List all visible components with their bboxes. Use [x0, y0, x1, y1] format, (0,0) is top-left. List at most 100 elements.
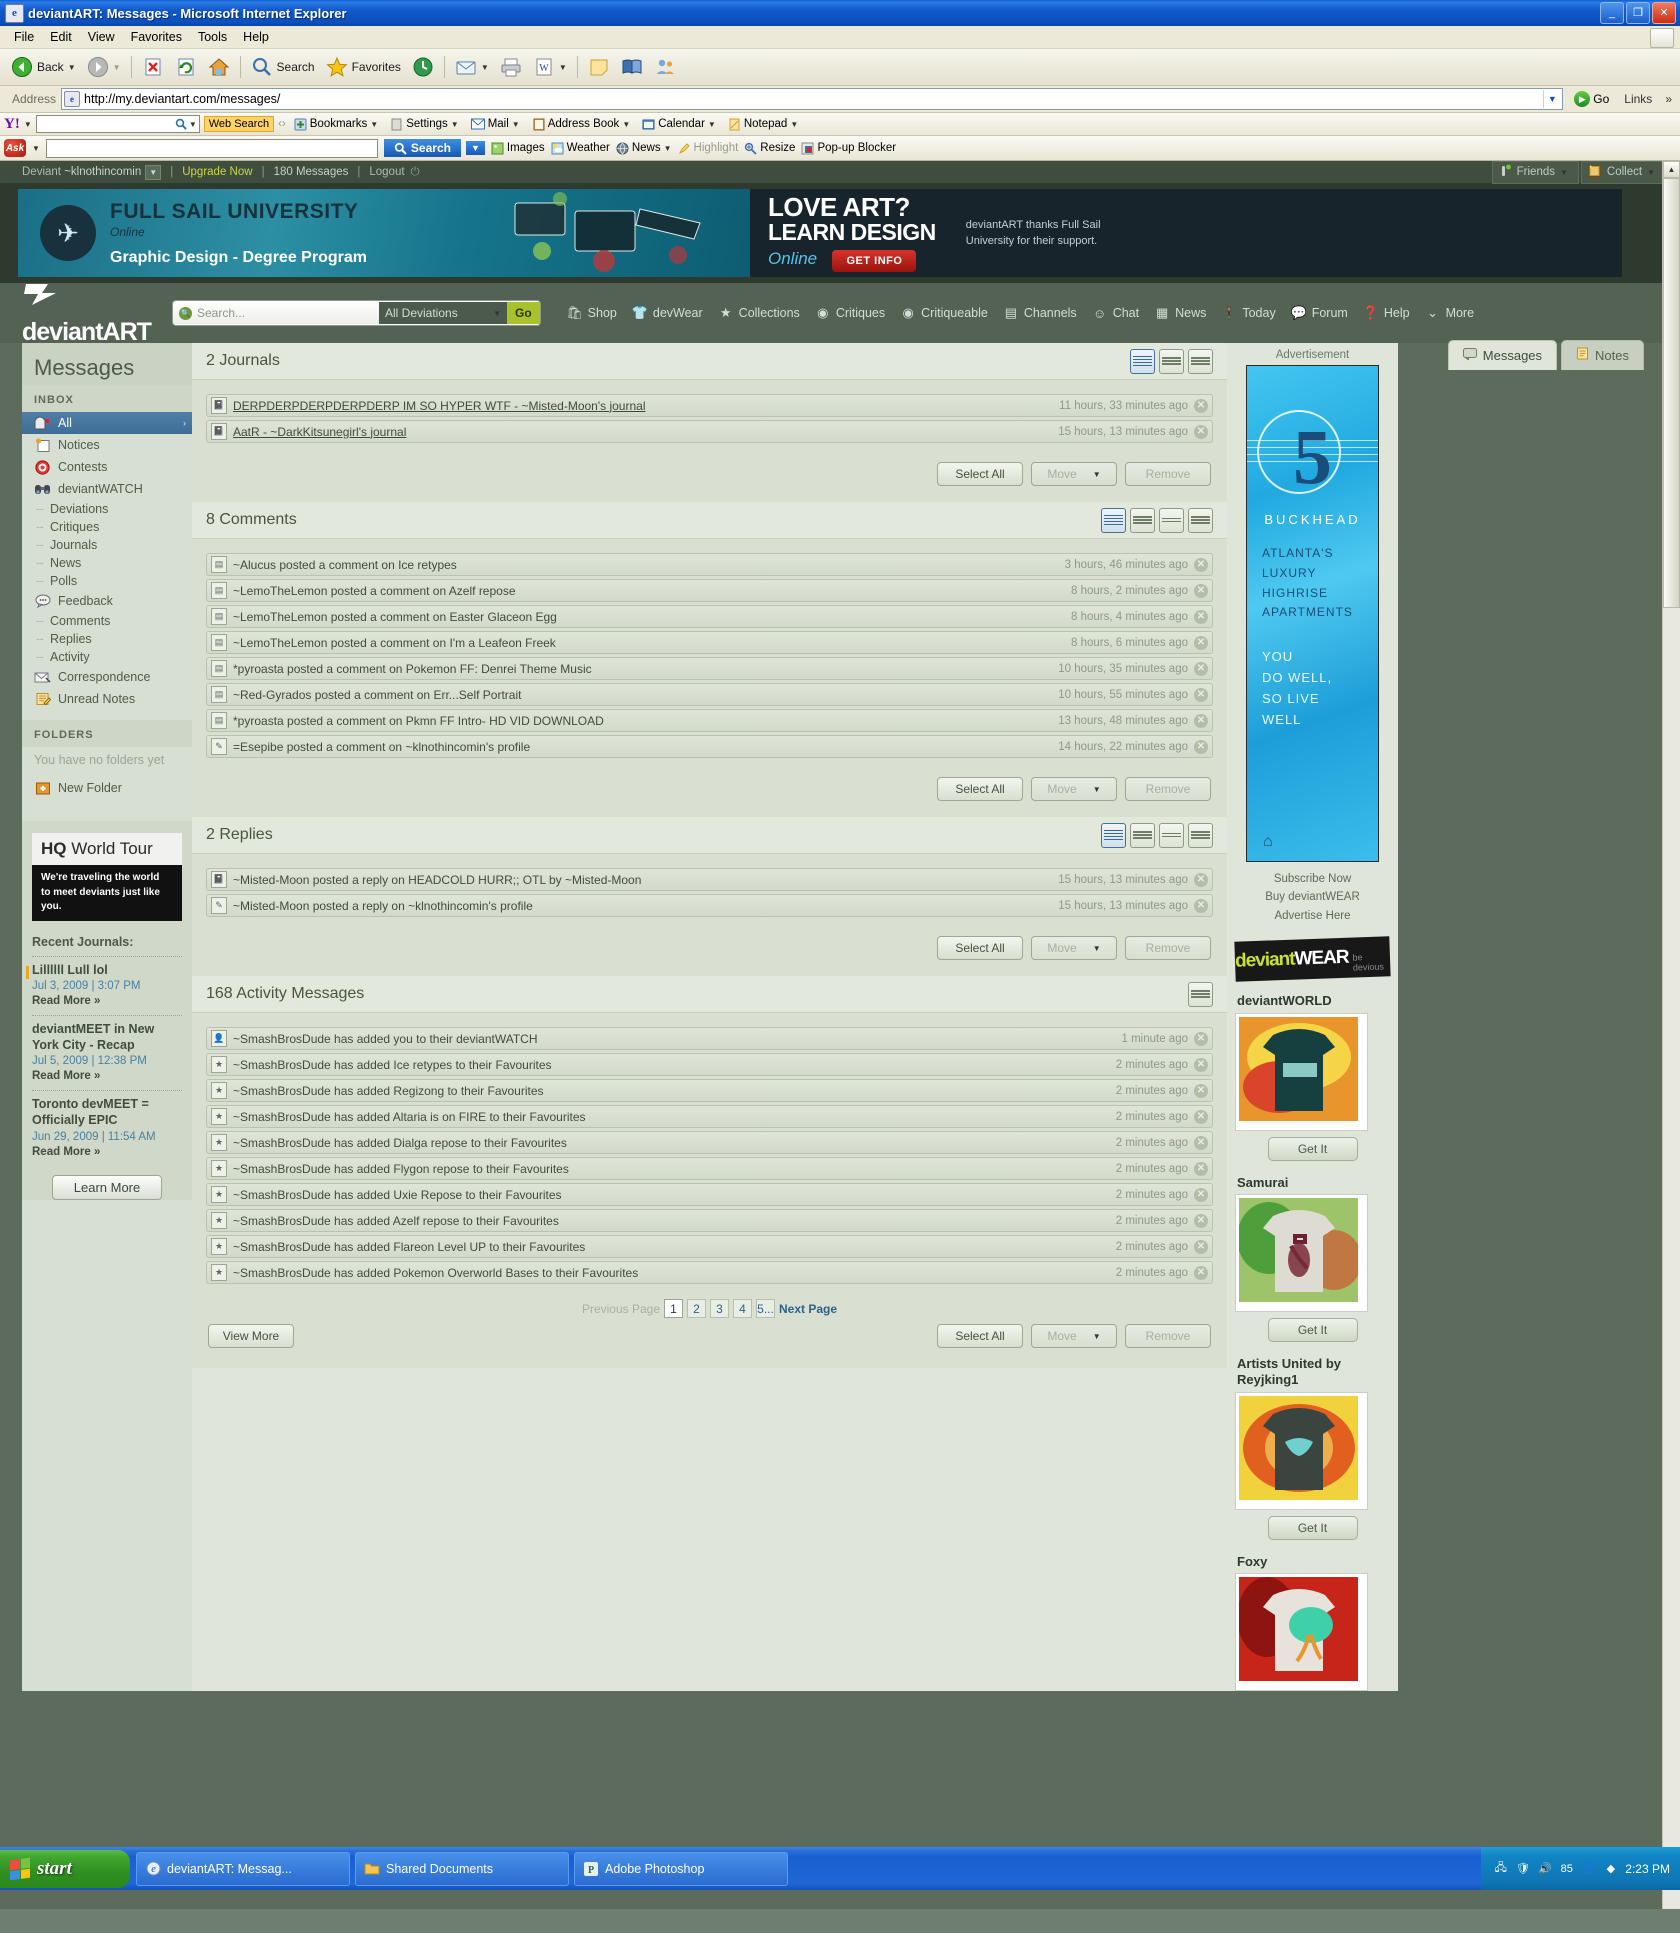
recent-journal-readmore[interactable]: Read More » [32, 1146, 182, 1158]
message-row-text[interactable]: ~SmashBrosDude has added Altaria is on F… [233, 1110, 586, 1124]
nav-shop[interactable]: 🛍 Shop [566, 305, 616, 321]
message-row[interactable]: ★ ~SmashBrosDude has added Flareon Level … [206, 1235, 1213, 1258]
tray-volume-icon[interactable]: 🔊 [1537, 1861, 1552, 1876]
address-input[interactable]: e http://my.deviantart.com/messages/ ▼ [61, 88, 1564, 110]
message-row-text[interactable]: ~SmashBrosDude has added Flygon repose t… [233, 1162, 569, 1176]
nav-devwear[interactable]: 👕 devWear [632, 305, 703, 321]
product-image[interactable] [1235, 1391, 1368, 1510]
get-it-button[interactable]: Get It [1267, 1318, 1358, 1343]
remove-button[interactable]: Remove [1125, 462, 1211, 486]
notes-button[interactable] [583, 53, 615, 81]
product-image[interactable] [1235, 1194, 1368, 1313]
message-row-text[interactable]: ~Red-Gyrados posted a comment on Err...S… [233, 688, 521, 702]
recent-journal-readmore[interactable]: Read More » [32, 995, 182, 1007]
remove-row-button[interactable]: ✕ [1194, 898, 1208, 913]
ask-dropdown-icon[interactable]: ▼ [32, 144, 40, 153]
yahoo-web-search-button[interactable]: Web Search [203, 116, 275, 132]
remove-row-button[interactable]: ✕ [1194, 1057, 1208, 1072]
message-row[interactable]: ★ ~SmashBrosDude has added Pokemon Overwo… [206, 1261, 1213, 1284]
back-dropdown-icon[interactable]: ▼ [68, 63, 76, 72]
ask-highlight-button[interactable]: Highlight [678, 142, 738, 155]
username[interactable]: ~klnothincomin [64, 166, 141, 178]
message-row-text[interactable]: ~SmashBrosDude has added Uxie Repose to … [233, 1188, 562, 1202]
new-folder-button[interactable]: New Folder [22, 777, 192, 799]
view-thumb-icon[interactable] [1159, 822, 1184, 848]
message-row-text[interactable]: ~Alucus posted a comment on Ice retypes [233, 558, 457, 572]
nav-chat[interactable]: ☺ Chat [1092, 305, 1139, 321]
refresh-button[interactable] [170, 53, 202, 81]
back-button[interactable]: Back ▼ [6, 53, 81, 81]
learn-more-button[interactable]: Learn More [52, 1174, 162, 1200]
nav-critiqueable[interactable]: ◉ Critiqueable [900, 305, 987, 321]
sidebar-subitem-polls[interactable]: Polls [22, 572, 192, 590]
yahoo-calendar-button[interactable]: Calendar ▼ [638, 117, 720, 132]
nav-news[interactable]: ▦ News [1154, 305, 1206, 321]
tray-misc-icon[interactable]: ◆ [1603, 1861, 1618, 1876]
menu-edit[interactable]: Edit [42, 28, 80, 46]
sidebar-subitem-deviations[interactable]: Deviations [22, 500, 192, 518]
hq-world-tour-promo[interactable]: HQ World Tour We're traveling the world … [22, 821, 192, 1200]
recent-journal-item[interactable]: Lillllll Lull lol Jul 3, 2009 | 3:07 PM … [22, 960, 192, 1013]
collect-button[interactable]: Collect ▼ [1580, 161, 1666, 184]
history-button[interactable] [407, 53, 439, 81]
remove-row-button[interactable]: ✕ [1194, 1031, 1208, 1046]
message-row-text[interactable]: ~SmashBrosDude has added Flareon Level U… [233, 1240, 585, 1254]
product-image[interactable] [1235, 1012, 1368, 1131]
da-search-category-select[interactable]: All Deviations ▼ [379, 302, 507, 324]
message-row-text[interactable]: ~SmashBrosDude has added you to their de… [233, 1032, 538, 1046]
message-row[interactable]: ▤ ~LemoTheLemon posted a comment on Azelf… [206, 579, 1213, 602]
yahoo-search-dropdown-icon[interactable]: ▼ [189, 120, 197, 129]
menu-view[interactable]: View [80, 28, 123, 46]
links-chevron-icon[interactable]: » [1661, 92, 1676, 106]
links-label[interactable]: Links [1620, 92, 1656, 106]
remove-row-button[interactable]: ✕ [1194, 1187, 1208, 1202]
sidebar-subitem-comments[interactable]: Comments [22, 612, 192, 630]
buy-devwear-link[interactable]: Buy deviantWEAR [1235, 888, 1390, 906]
select-all-button[interactable]: Select All [937, 777, 1023, 801]
yahoo-dropdown-icon[interactable]: ▼ [24, 120, 32, 129]
page-2-button[interactable]: 2 [687, 1299, 706, 1318]
subscribe-now-link[interactable]: Subscribe Now [1235, 870, 1390, 888]
view-thumb-icon[interactable] [1159, 507, 1184, 533]
message-row[interactable]: ▤ *pyroasta posted a comment on Pokemon F… [206, 657, 1213, 680]
message-row[interactable]: ▤ *pyroasta posted a comment on Pkmn FF I… [206, 709, 1213, 732]
da-search-input[interactable]: 🔍 Search... [173, 302, 379, 324]
taskbar-item-ie[interactable]: e deviantART: Messag... [136, 1851, 350, 1886]
message-row[interactable]: ▤ ~LemoTheLemon posted a comment on I'm a… [206, 631, 1213, 654]
print-button[interactable] [495, 53, 527, 81]
move-button[interactable]: Move ▼ [1031, 936, 1117, 960]
remove-row-button[interactable]: ✕ [1194, 583, 1208, 598]
logout-link[interactable]: Logout [369, 166, 404, 178]
message-row-text[interactable]: ~SmashBrosDude has added Pokemon Overwor… [233, 1266, 638, 1280]
devwear-logo[interactable]: deviant WEAR be devious [1234, 936, 1391, 982]
select-all-button[interactable]: Select All [937, 462, 1023, 486]
ask-search-dropdown-button[interactable]: ▼ [465, 141, 485, 155]
page-scrollbar[interactable]: ▲ [1662, 161, 1680, 1909]
page-4-button[interactable]: 4 [733, 1299, 752, 1318]
close-button[interactable]: ✕ [1652, 2, 1676, 24]
message-row[interactable]: ✎ ~Misted-Moon posted a reply on ~klnothi… [206, 894, 1213, 917]
recent-journal-item[interactable]: deviantMEET in New York City - Recap Jul… [22, 1019, 192, 1087]
tray-shield-icon[interactable]: 🛡 [1515, 1861, 1530, 1876]
sidebar-subitem-replies[interactable]: Replies [22, 630, 192, 648]
messages-count-link[interactable]: 180 Messages [274, 166, 349, 178]
view-list-icon[interactable] [1101, 507, 1126, 533]
ask-images-button[interactable]: Images [491, 142, 545, 155]
previous-page-link[interactable]: Previous Page [582, 1302, 660, 1316]
remove-row-button[interactable]: ✕ [1194, 635, 1208, 650]
edit-word-button[interactable]: W ▼ [528, 53, 572, 81]
remove-row-button[interactable]: ✕ [1194, 661, 1208, 676]
yahoo-addressbook-button[interactable]: Address Book ▼ [528, 117, 635, 132]
go-button[interactable]: ▶ Go [1568, 91, 1615, 107]
stop-button[interactable] [137, 53, 169, 81]
user-menu-chevron-icon[interactable]: ▼ [145, 164, 162, 180]
taskbar-item-photoshop[interactable]: P Adobe Photoshop [574, 1851, 788, 1886]
message-row[interactable]: 📓 ~Misted-Moon posted a reply on HEADCOLD… [206, 868, 1213, 891]
view-list-icon[interactable] [1101, 822, 1126, 848]
select-all-button[interactable]: Select All [937, 1324, 1023, 1348]
remove-row-button[interactable]: ✕ [1194, 1213, 1208, 1228]
message-row-text[interactable]: =Esepibe posted a comment on ~klnothinco… [233, 740, 530, 754]
view-compact-icon[interactable] [1159, 348, 1184, 374]
remove-row-button[interactable]: ✕ [1194, 557, 1208, 572]
remove-row-button[interactable]: ✕ [1194, 424, 1208, 439]
